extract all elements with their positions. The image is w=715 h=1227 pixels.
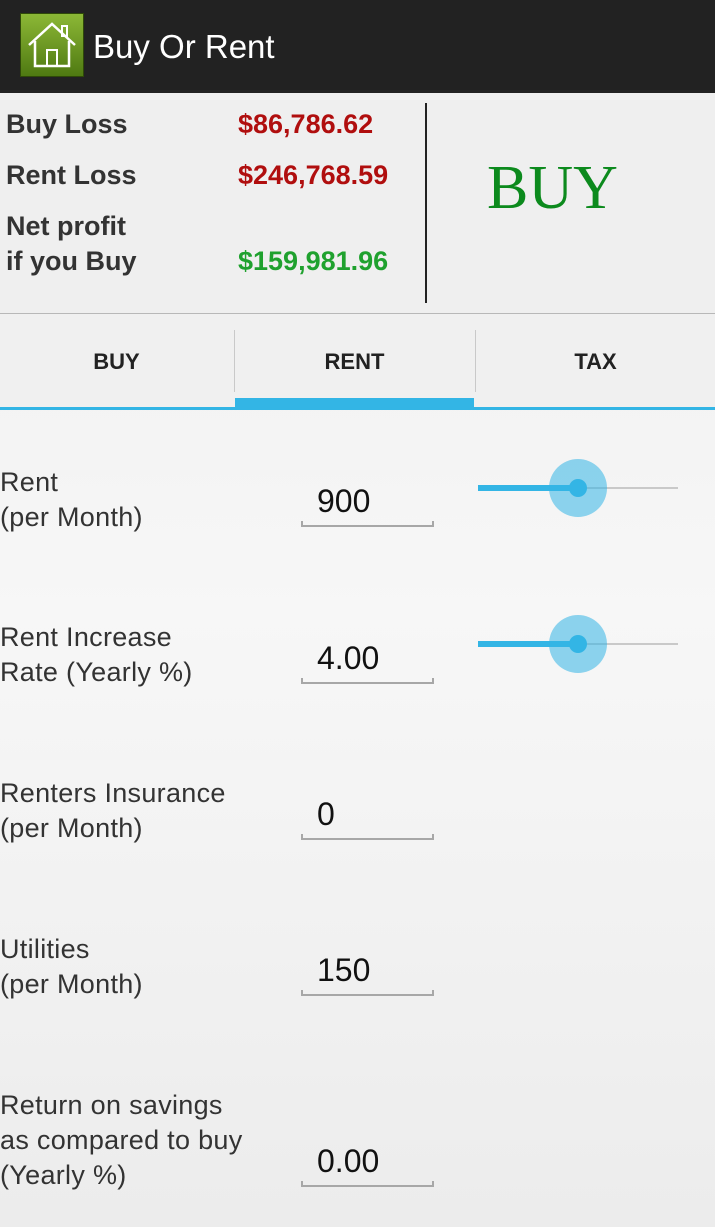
renters-insurance-label: Renters Insurance (per Month) <box>0 778 226 843</box>
input-underline <box>301 834 434 840</box>
slider-thumb[interactable] <box>569 635 587 653</box>
house-icon[interactable] <box>20 13 84 77</box>
rent-input[interactable]: 900 <box>300 477 435 527</box>
rent-increase-input[interactable]: 4.00 <box>300 634 435 684</box>
rent-increase-label: Rent Increase Rate (Yearly %) <box>0 622 193 687</box>
rent-slider[interactable] <box>478 458 680 518</box>
tab-active-indicator <box>235 398 474 410</box>
buy-loss-label: Buy Loss <box>6 109 128 139</box>
return-on-savings-input-value: 0.00 <box>317 1143 380 1179</box>
return-on-savings-label: Return on savings as compared to buy (Ye… <box>0 1090 243 1190</box>
rent-increase-slider[interactable] <box>478 614 680 674</box>
utilities-input-value: 150 <box>317 952 371 988</box>
rent-input-value: 900 <box>317 483 371 519</box>
tab-tax[interactable]: TAX <box>476 314 715 410</box>
app-title: Buy Or Rent <box>93 28 275 65</box>
summary-panel: Buy Loss $86,786.62 Rent Loss $246,768.5… <box>0 93 715 313</box>
utilities-label: Utilities (per Month) <box>0 934 143 999</box>
summary-divider <box>425 103 427 303</box>
rent-label: Rent (per Month) <box>0 467 143 532</box>
input-underline <box>301 678 434 684</box>
renters-insurance-input-value: 0 <box>317 796 335 832</box>
net-profit-value: $159,981.96 <box>238 246 389 276</box>
rent-loss-value: $246,768.59 <box>238 160 389 190</box>
renters-insurance-input[interactable]: 0 <box>300 790 435 840</box>
input-underline <box>301 990 434 996</box>
slider-thumb[interactable] <box>569 479 587 497</box>
input-underline <box>301 521 434 527</box>
action-bar: Buy Or Rent <box>0 0 715 93</box>
utilities-input[interactable]: 150 <box>300 946 435 996</box>
net-profit-label-line2: if you Buy <box>6 246 137 276</box>
verdict-text: BUY <box>487 154 618 222</box>
tab-buy[interactable]: BUY <box>0 314 233 410</box>
input-underline <box>301 1181 434 1187</box>
rent-increase-input-value: 4.00 <box>317 640 380 676</box>
rent-loss-label: Rent Loss <box>6 160 137 190</box>
tab-rent[interactable]: RENT <box>235 314 474 410</box>
net-profit-label: Net profit <box>6 211 126 241</box>
tab-bar: BUY RENT TAX <box>0 314 715 410</box>
return-on-savings-input[interactable]: 0.00 <box>300 1137 435 1187</box>
buy-loss-value: $86,786.62 <box>238 109 374 139</box>
